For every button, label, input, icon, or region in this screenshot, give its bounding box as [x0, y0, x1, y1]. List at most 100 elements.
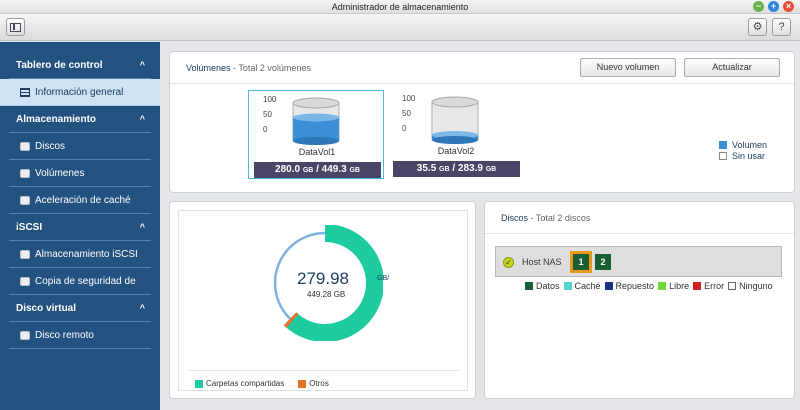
divider — [485, 233, 794, 234]
legend-item: Datos — [525, 281, 560, 291]
disks-header: Discos - Total 2 discos — [501, 213, 590, 223]
title-bar: Administrador de almacenamiento − + × — [0, 0, 800, 14]
legend-item: Libre — [658, 281, 689, 291]
cylinder-bottom — [293, 137, 339, 145]
sidebar-item-label: Volúmenes — [35, 168, 85, 179]
close-icon[interactable]: × — [783, 1, 794, 12]
legend-label: Libre — [669, 281, 690, 291]
host-nas-row[interactable]: ✓ Host NAS 1 2 — [495, 246, 782, 277]
sidebar-item-overview[interactable]: Información general — [0, 79, 160, 106]
legend-swatch — [525, 282, 533, 290]
sidebar-section-label: Tablero de control — [16, 60, 103, 71]
scale-tick: 100 — [263, 95, 277, 104]
legend-label: Caché — [574, 281, 601, 291]
cylinder-fill-top — [293, 113, 339, 122]
volumes-legend: Volumen Sin usar — [719, 139, 767, 161]
sidebar-item-label: Copia de seguridad de — [35, 276, 136, 287]
sidebar-icon — [10, 23, 21, 32]
usage-chart-box: 279.98 GB/ 449.28 GB Carpetas compartida… — [178, 210, 468, 391]
volumes-header: Volúmenes - Total 2 volúmenes — [186, 63, 311, 73]
disk-slot-1[interactable]: 1 — [570, 251, 592, 273]
scale-tick: 50 — [263, 110, 272, 119]
maximize-icon[interactable]: + — [768, 1, 779, 12]
volume-card[interactable]: 100 50 0 DataVol2 35.5 GB / 283.9 GB — [388, 90, 524, 179]
volume-icon — [20, 169, 30, 178]
sidebar-item-cache-acceleration[interactable]: Aceleración de caché — [9, 187, 151, 214]
disks-subtitle: - Total 2 discos — [530, 213, 591, 223]
volume-used: 280.0 — [275, 164, 301, 175]
sidebar-section-dashboard[interactable]: Tablero de control ^ — [9, 52, 151, 79]
help-button[interactable]: ? — [772, 18, 791, 36]
window-title: Administrador de almacenamiento — [331, 2, 469, 12]
scale-tick: 0 — [402, 124, 407, 133]
sidebar-section-label: Almacenamiento — [16, 114, 97, 125]
legend-swatch — [658, 282, 667, 290]
used-capacity: 279.98 — [297, 269, 349, 288]
backup-icon — [20, 277, 30, 286]
volume-cylinder — [431, 96, 479, 144]
volumes-title: Volúmenes — [186, 63, 231, 73]
settings-button[interactable]: ⚙ — [748, 18, 767, 36]
legend-label: Volumen — [732, 139, 768, 150]
chevron-up-icon: ^ — [139, 60, 145, 70]
legend-label: Sin usar — [732, 150, 766, 161]
sidebar-section-label: Disco virtual — [16, 303, 77, 314]
cylinder-bottom — [432, 136, 478, 144]
volume-total: 283.9 — [457, 163, 483, 174]
refresh-button[interactable]: Actualizar — [684, 58, 780, 77]
legend-swatch — [195, 379, 203, 388]
sidebar-section-virtual-disk[interactable]: Disco virtual ^ — [9, 295, 151, 322]
sidebar-item-label: Discos — [35, 141, 66, 152]
disk-slot-2[interactable]: 2 — [595, 254, 611, 270]
sidebar: Tablero de control ^ Información general… — [0, 42, 160, 410]
legend-label: Otros — [309, 379, 329, 388]
divider — [170, 83, 794, 84]
new-volume-button[interactable]: Nuevo volumen — [580, 58, 676, 77]
legend-swatch — [563, 282, 572, 290]
chevron-up-icon: ^ — [139, 114, 145, 124]
status-ok-icon: ✓ — [503, 257, 514, 268]
volume-name: DataVol1 — [298, 147, 336, 157]
host-label: Host NAS — [522, 257, 562, 267]
volume-unit: GB — [485, 166, 497, 173]
minimize-icon[interactable]: − — [753, 1, 764, 12]
sidebar-item-iscsi-storage[interactable]: Almacenamiento iSCSI — [9, 241, 151, 268]
legend-label: Error — [704, 281, 725, 291]
legend-swatch — [719, 140, 727, 149]
iscsi-icon — [20, 250, 30, 259]
legend-label: Datos — [536, 281, 560, 291]
volume-capacity: 280.0 GB / 449.3 GB — [254, 162, 381, 178]
legend-label: Repuesto — [615, 281, 655, 291]
sidebar-item-disks[interactable]: Discos — [9, 133, 151, 160]
sidebar-section-iscsi[interactable]: iSCSI ^ — [9, 214, 151, 241]
sidebar-item-backup[interactable]: Copia de seguridad de — [9, 268, 151, 295]
volumes-panel: Volúmenes - Total 2 volúmenes Nuevo volu… — [169, 51, 795, 193]
legend-item: Error — [693, 281, 724, 291]
legend-swatch — [728, 282, 737, 290]
legend-item: Caché — [563, 281, 601, 291]
sidebar-item-volumes[interactable]: Volúmenes — [9, 160, 151, 187]
volume-cylinder — [292, 97, 340, 145]
legend-swatch — [693, 282, 702, 290]
donut-slice-others — [283, 312, 299, 328]
volume-used: 35.5 — [416, 163, 437, 174]
toggle-sidebar-button[interactable] — [6, 18, 25, 36]
sidebar-section-storage[interactable]: Almacenamiento ^ — [9, 106, 151, 133]
used-capacity-unit: GB/ — [377, 275, 390, 282]
legend-item: Ninguno — [728, 281, 773, 291]
sidebar-item-label: Disco remoto — [35, 330, 94, 341]
legend-swatch — [719, 151, 727, 160]
legend-item: Sin usar — [719, 150, 767, 161]
sidebar-item-label: Almacenamiento iSCSI — [35, 249, 138, 260]
usage-legend: Carpetas compartidas Otros — [195, 379, 329, 388]
volume-unit: GB — [349, 167, 360, 174]
sidebar-item-remote-disk[interactable]: Disco remoto — [9, 322, 151, 349]
legend-item: Volumen — [719, 139, 767, 150]
disks-title: Discos — [501, 213, 529, 223]
legend-label: Ninguno — [739, 281, 773, 291]
volume-card[interactable]: 100 50 0 DataVol1 280.0 GB / 449.3 GB — [248, 90, 384, 179]
overview-icon — [20, 88, 30, 97]
sidebar-item-label: Aceleración de caché — [35, 195, 131, 206]
legend-item: Otros — [298, 379, 329, 388]
scale-tick: 100 — [402, 94, 416, 103]
